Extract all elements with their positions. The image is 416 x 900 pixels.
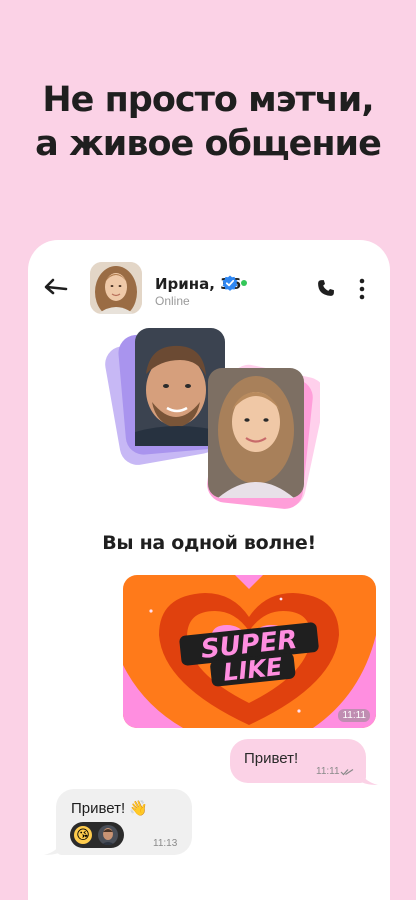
superlike-heart-graphic: SUPER LIKE <box>123 575 376 728</box>
back-arrow-icon[interactable] <box>42 276 68 298</box>
promo-headline: Не просто мэтчи, а живое общение <box>0 78 416 166</box>
chat-header: Ирина, 36 Online <box>28 240 390 330</box>
chat-screen: Ирина, 36 Online Вы на одной волне! SUPE… <box>28 240 390 900</box>
contact-status: Online <box>155 294 190 308</box>
online-indicator <box>241 280 247 286</box>
match-photos <box>105 328 320 509</box>
reaction-emoji: 😘 <box>74 826 92 844</box>
message-time: 11:11 <box>316 766 340 777</box>
superlike-time: 11:11 <box>338 709 370 722</box>
more-vertical-icon[interactable] <box>359 278 365 300</box>
bubble-tail-outgoing <box>358 767 378 785</box>
match-card-woman <box>207 364 320 509</box>
verified-badge-icon <box>222 275 238 291</box>
message-outgoing[interactable]: Привет! 11:11 <box>230 739 366 783</box>
phone-icon[interactable] <box>316 278 336 298</box>
reactor-avatar <box>98 825 118 845</box>
message-incoming[interactable]: Привет! 👋 😘 11:13 <box>56 789 192 855</box>
headline-line-1: Не просто мэтчи, <box>42 80 374 120</box>
match-title: Вы на одной волне! <box>102 532 316 554</box>
read-checkmarks-icon <box>340 769 354 776</box>
message-time: 11:13 <box>153 838 178 849</box>
message-text: Привет! <box>244 750 299 767</box>
superlike-card[interactable]: SUPER LIKE 11:11 <box>123 575 376 728</box>
avatar[interactable] <box>90 262 142 314</box>
message-text: Привет! 👋 <box>71 800 149 817</box>
headline-line-2: а живое общение <box>35 124 382 164</box>
message-reactions[interactable]: 😘 <box>70 822 124 848</box>
bubble-tail-incoming <box>44 837 64 855</box>
